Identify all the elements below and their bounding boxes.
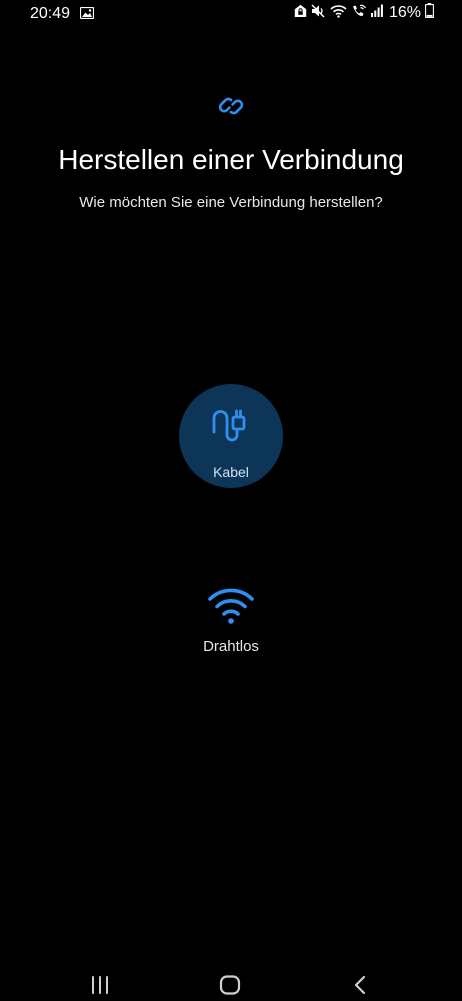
mute-icon [311, 3, 326, 23]
link-icon [217, 92, 245, 120]
gallery-icon [79, 6, 95, 24]
back-button[interactable] [350, 974, 380, 998]
status-bar: 20:49 16% [0, 0, 462, 28]
wifi-icon [330, 4, 347, 23]
home-lock-icon [294, 4, 307, 23]
status-icons: 16% [294, 3, 434, 23]
cable-option-label: Kabel [213, 464, 249, 480]
battery-icon [425, 3, 434, 23]
navigation-bar [0, 960, 462, 1000]
wifi-call-icon [351, 4, 367, 23]
back-icon [350, 975, 372, 1000]
cable-option-button[interactable]: Kabel [179, 384, 283, 488]
page-title: Herstellen einer Verbindung [58, 144, 404, 175]
wireless-option-button[interactable]: Drahtlos [181, 580, 281, 662]
recent-apps-icon [88, 976, 112, 1000]
signal-icon [370, 4, 383, 22]
status-time: 20:49 [30, 5, 71, 22]
page-subtitle: Wie möchten Sie eine Verbindung herstell… [79, 194, 383, 211]
recent-apps-button[interactable] [88, 974, 118, 998]
battery-percent: 16% [388, 4, 421, 21]
home-button[interactable] [217, 974, 247, 998]
wireless-option-label: Drahtlos [203, 638, 259, 655]
home-icon [217, 975, 243, 1000]
wifi-icon [207, 585, 255, 625]
usb-cable-icon [210, 406, 252, 448]
